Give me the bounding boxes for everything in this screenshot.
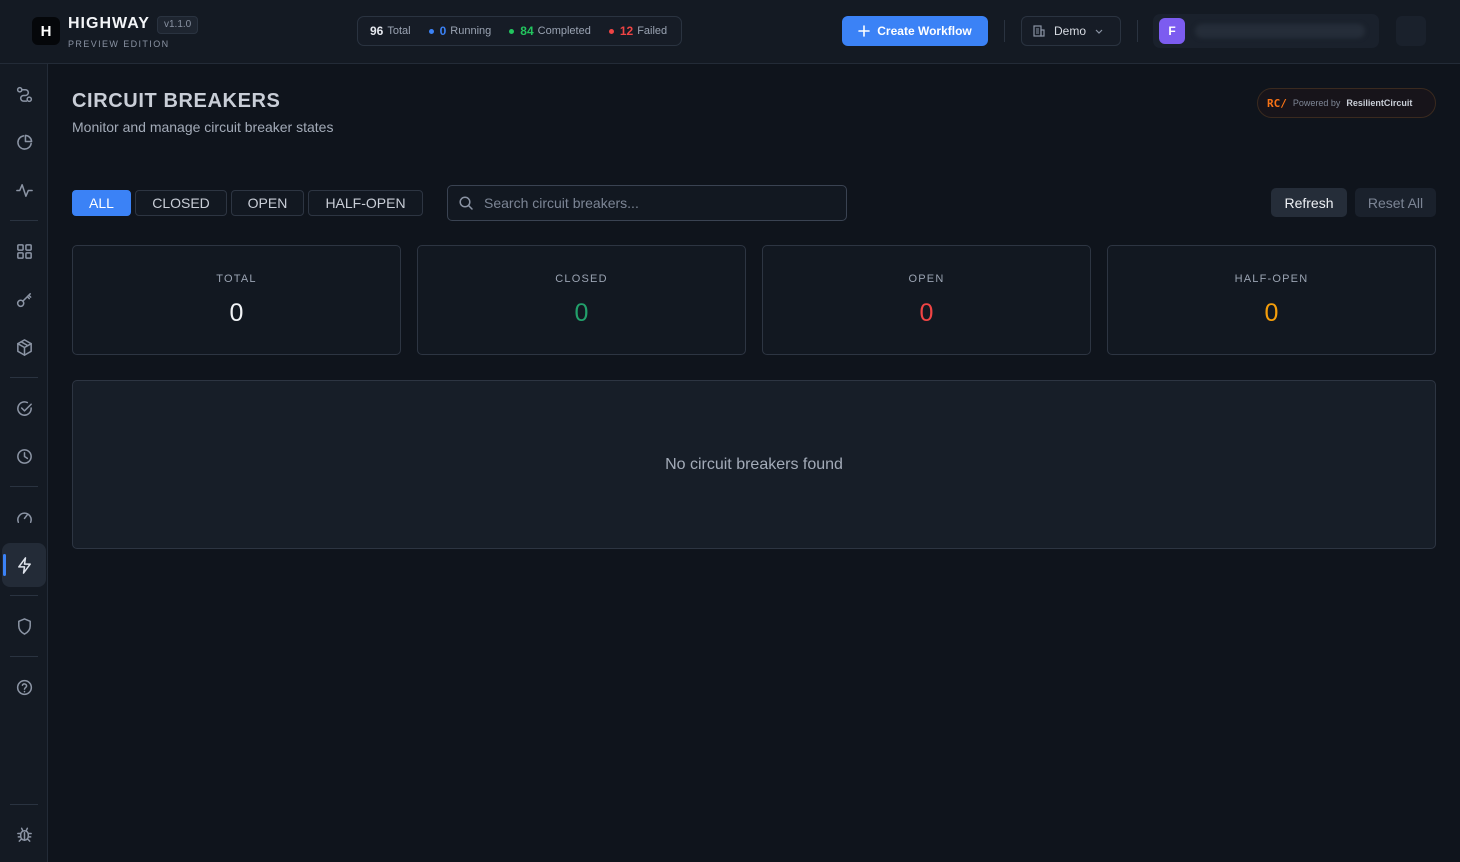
filter-all[interactable]: ALL (72, 190, 131, 216)
sidebar-divider (10, 656, 38, 657)
open-card-label: OPEN (908, 273, 945, 285)
stat-failed[interactable]: 12 Failed (608, 24, 668, 38)
header-divider (1137, 20, 1138, 42)
avatar: F (1159, 18, 1185, 44)
chevron-down-icon (1095, 29, 1103, 34)
sidebar-divider (10, 804, 38, 805)
circuit-breaker-list: No circuit breakers found (72, 380, 1436, 549)
stat-running[interactable]: 0 Running (428, 24, 492, 38)
search-box (447, 185, 847, 221)
closed-card: CLOSED 0 (417, 245, 746, 355)
package-icon (16, 338, 32, 356)
check-circle-icon (16, 400, 32, 416)
search-input[interactable] (484, 195, 824, 211)
half-open-card-value: 0 (1264, 299, 1279, 327)
sidebar-item-help[interactable] (2, 665, 46, 709)
stat-total-label: Total (387, 25, 411, 37)
sidebar-item-activity[interactable] (2, 168, 46, 212)
resilientcircuit-logo: RC/ (1267, 96, 1287, 110)
stat-total-count: 96 (370, 24, 384, 38)
highway-logo[interactable]: H (32, 17, 60, 45)
powered-by-name: ResilientCircuit (1346, 98, 1413, 108)
half-open-card-label: HALF-OPEN (1234, 273, 1309, 285)
search-icon (459, 196, 473, 210)
sidebar-item-keys[interactable] (2, 277, 46, 321)
page-title: CIRCUIT BREAKERS (72, 90, 281, 112)
workflow-icon (16, 86, 32, 102)
total-card: TOTAL 0 (72, 245, 401, 355)
user-email-redacted (1195, 24, 1365, 38)
running-dot-icon (428, 28, 434, 34)
half-open-card: HALF-OPEN 0 (1107, 245, 1436, 355)
header-divider (1004, 20, 1005, 42)
stat-total[interactable]: 96 Total (370, 24, 411, 38)
gauge-icon (16, 511, 32, 523)
edition-label: PREVIEW EDITION (68, 39, 170, 49)
sidebar-divider (10, 486, 38, 487)
sidebar-divider (10, 377, 38, 378)
total-card-label: TOTAL (216, 273, 257, 285)
version-badge: v1.1.0 (157, 16, 199, 34)
open-card: OPEN 0 (762, 245, 1091, 355)
sidebar (0, 64, 48, 862)
filter-open[interactable]: OPEN (231, 190, 304, 216)
bug-icon (16, 827, 32, 842)
stat-completed-label: Completed (537, 25, 591, 37)
failed-dot-icon (608, 28, 614, 34)
activity-icon (15, 183, 33, 197)
brand-name: HIGHWAY (68, 15, 150, 32)
sidebar-item-tasks[interactable] (2, 386, 46, 430)
sidebar-item-debug[interactable] (2, 812, 46, 856)
sidebar-item-dashboard[interactable] (2, 229, 46, 273)
powered-by-badge[interactable]: RC/ Powered by ResilientCircuit (1257, 88, 1436, 118)
organization-select[interactable]: Demo (1021, 16, 1121, 46)
refresh-button[interactable]: Refresh (1271, 188, 1347, 217)
closed-card-value: 0 (574, 299, 589, 327)
powered-by-label: Powered by (1292, 98, 1341, 108)
sidebar-item-security[interactable] (2, 604, 46, 648)
stat-completed-count: 84 (520, 24, 534, 38)
clock-icon (16, 448, 32, 464)
sidebar-item-rate-limits[interactable] (2, 495, 46, 539)
pie-chart-icon (16, 134, 32, 150)
completed-dot-icon (509, 28, 515, 34)
stat-failed-count: 12 (619, 24, 634, 38)
help-circle-icon (16, 679, 32, 695)
sidebar-divider (10, 595, 38, 596)
closed-card-label: CLOSED (555, 273, 608, 285)
building-icon (1033, 25, 1045, 37)
sidebar-item-analytics[interactable] (2, 120, 46, 164)
stat-running-label: Running (450, 25, 492, 37)
stat-completed[interactable]: 84 Completed (509, 24, 591, 38)
total-card-value: 0 (229, 299, 244, 327)
plus-icon (858, 25, 871, 37)
user-menu-button[interactable] (1396, 16, 1426, 46)
sidebar-item-packages[interactable] (2, 325, 46, 369)
create-workflow-label: Create Workflow (877, 24, 972, 38)
filter-half-open[interactable]: HALF-OPEN (308, 190, 423, 216)
workflow-stats: 96 Total 0 Running 84 Completed 12 Faile… (357, 16, 682, 46)
sidebar-item-circuit-breakers[interactable] (2, 543, 46, 587)
page-subtitle: Monitor and manage circuit breaker state… (72, 119, 334, 135)
filter-closed[interactable]: CLOSED (135, 190, 227, 216)
shield-icon (17, 617, 31, 635)
user-account[interactable]: F (1153, 14, 1379, 48)
sidebar-item-workflows[interactable] (2, 72, 46, 116)
grid-icon (16, 243, 32, 259)
open-card-value: 0 (919, 299, 934, 327)
stat-failed-label: Failed (637, 25, 668, 37)
zap-icon (17, 556, 31, 574)
organization-name: Demo (1054, 24, 1087, 38)
create-workflow-button[interactable]: Create Workflow (842, 16, 988, 46)
empty-state-message: No circuit breakers found (665, 455, 843, 473)
top-header: H HIGHWAY v1.1.0 PREVIEW EDITION 96 Tota… (0, 0, 1460, 64)
sidebar-item-schedules[interactable] (2, 434, 46, 478)
sidebar-divider (10, 220, 38, 221)
key-icon (16, 292, 31, 307)
stat-running-count: 0 (439, 24, 447, 38)
reset-all-button[interactable]: Reset All (1355, 188, 1436, 217)
